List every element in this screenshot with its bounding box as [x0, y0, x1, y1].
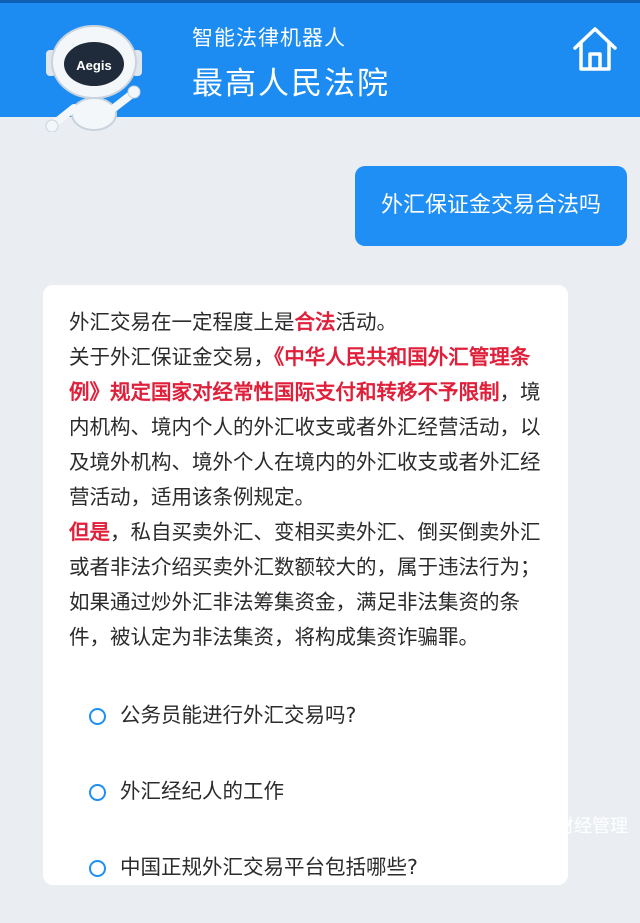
user-message-bubble: 外汇保证金交易合法吗 — [355, 166, 627, 246]
suggested-question-label: 外汇经纪人的工作 — [120, 779, 284, 803]
radio-circle-icon — [89, 784, 106, 801]
app-header: Aegis 智能法律机器人 最高人民法院 — [0, 0, 640, 132]
bot-answer-card: 外汇交易在一定程度上是合法活动。 关于外汇保证金交易，《中华人民共和国外汇管理条… — [43, 285, 568, 885]
suggested-questions: 公务员能进行外汇交易吗? 外汇经纪人的工作 中国正规外汇交易平台包括哪些? — [89, 695, 549, 923]
watermark: 财经管理 — [528, 810, 628, 840]
home-icon[interactable] — [570, 24, 620, 74]
wechat-icon — [528, 816, 549, 833]
suggested-question-label: 中国正规外汇交易平台包括哪些? — [120, 855, 418, 879]
answer-text-segment: 关于外汇保证金交易， — [69, 345, 274, 369]
answer-text: 外汇交易在一定程度上是合法活动。 关于外汇保证金交易，《中华人民共和国外汇管理条… — [69, 305, 549, 655]
watermark-text: 财经管理 — [556, 816, 628, 837]
answer-highlight: 但是 — [69, 520, 110, 544]
answer-text-segment: 活动。 — [335, 310, 398, 334]
answer-paragraph-2: 关于外汇保证金交易，《中华人民共和国外汇管理条例》规定国家对经常性国际支付和转移… — [69, 340, 549, 515]
status-strip — [0, 0, 640, 3]
suggested-question[interactable]: 外汇经纪人的工作 — [89, 771, 549, 847]
suggested-question[interactable]: 中国正规外汇交易平台包括哪些? — [89, 847, 549, 923]
app-subtitle: 智能法律机器人 — [192, 26, 346, 50]
answer-text-segment: 外汇交易在一定程度上是 — [69, 310, 295, 334]
radio-circle-icon — [89, 708, 106, 725]
answer-paragraph-1: 外汇交易在一定程度上是合法活动。 — [69, 305, 549, 340]
answer-text-segment: ，私自买卖外汇、变相买卖外汇、倒买倒卖外汇或者非法介绍买卖外汇数额较大的，属于违… — [69, 520, 541, 649]
robot-badge: Aegis — [76, 58, 111, 73]
page-title: 最高人民法院 — [192, 66, 390, 102]
robot-mascot-icon: Aegis — [45, 25, 142, 132]
suggested-question-label: 公务员能进行外汇交易吗? — [120, 703, 357, 727]
suggested-question[interactable]: 公务员能进行外汇交易吗? — [89, 695, 549, 771]
answer-highlight: 合法 — [294, 310, 336, 334]
radio-circle-icon — [89, 860, 106, 877]
answer-paragraph-3: 但是，私自买卖外汇、变相买卖外汇、倒买倒卖外汇或者非法介绍买卖外汇数额较大的，属… — [69, 515, 549, 655]
